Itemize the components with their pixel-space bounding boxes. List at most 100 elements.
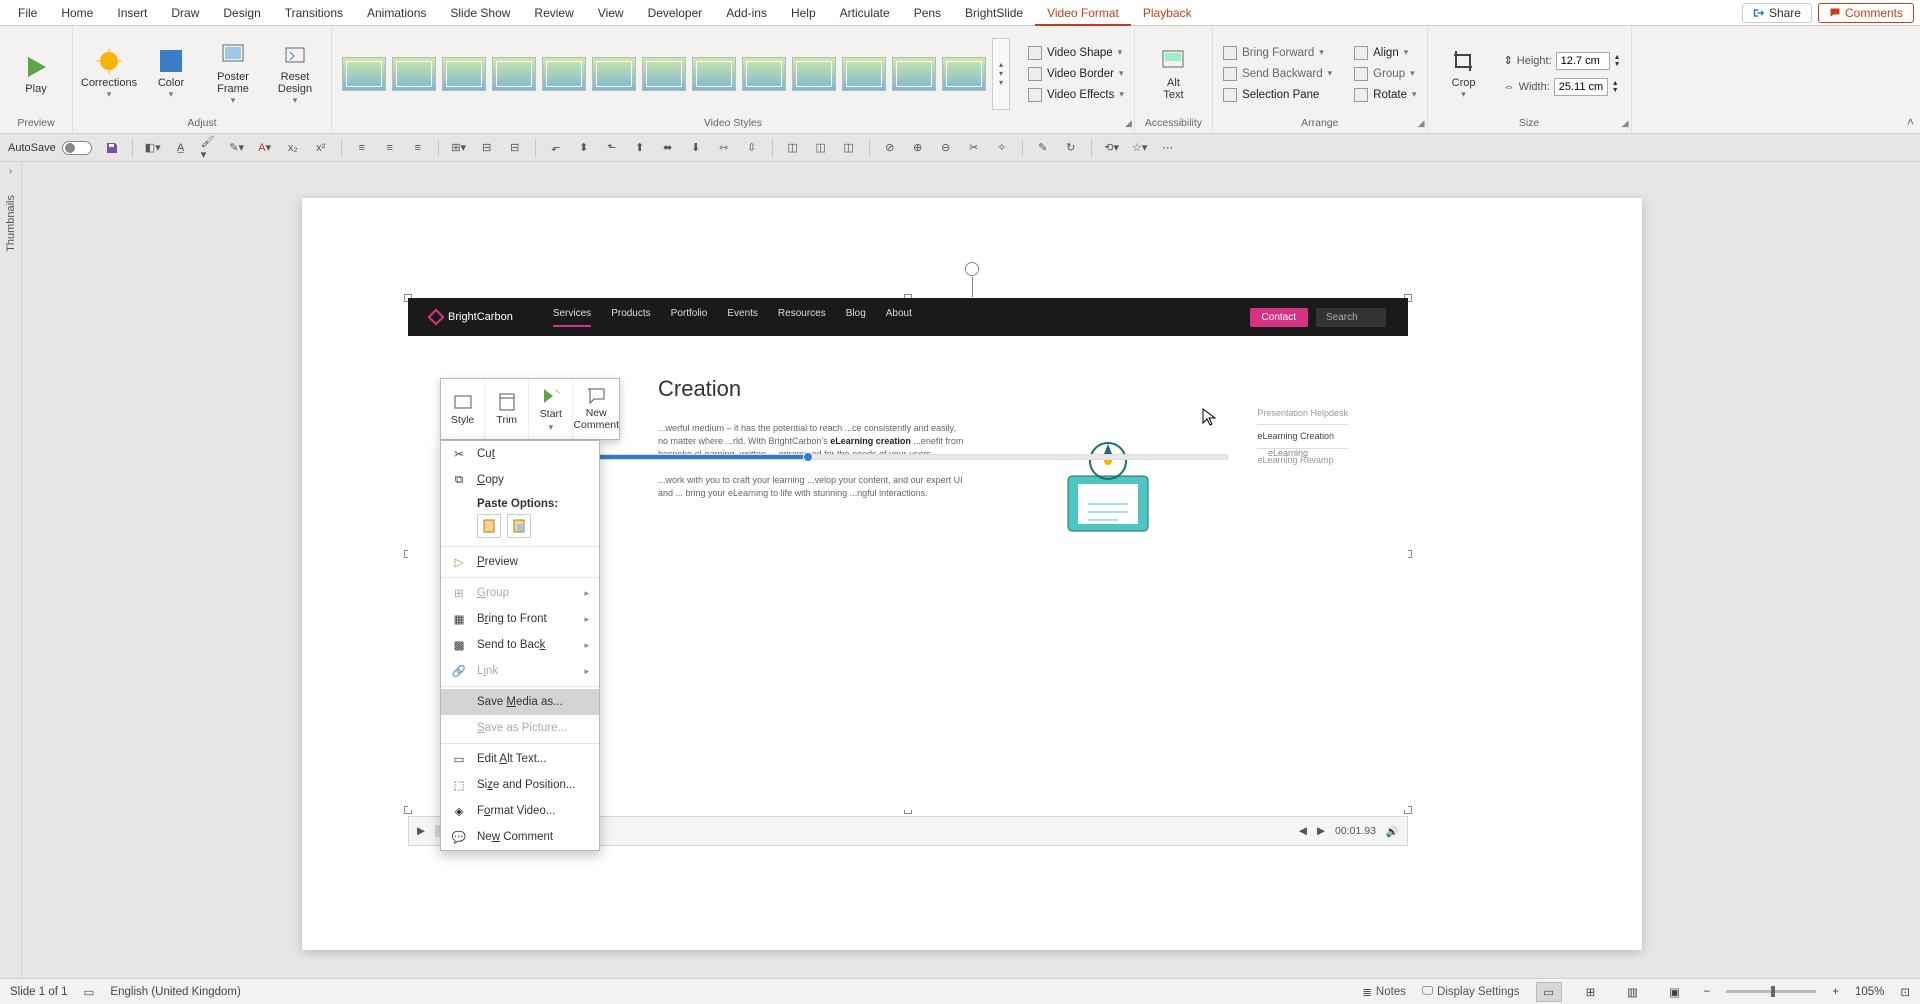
poster-frame-button[interactable]: Poster Frame▾ [207,41,259,106]
align-center-icon[interactable]: ≡ [382,140,398,156]
video-style-thumb[interactable] [342,57,386,91]
ctx-send-to-back[interactable]: ▩Send to Back▸ [441,632,599,658]
qat-button[interactable]: ⊘ [882,140,898,156]
color-button[interactable]: Color▾ [145,47,197,100]
qat-button[interactable]: ⊞▾ [451,140,467,156]
ctx-edit-alt-text[interactable]: ▭Edit Alt Text... [441,746,599,772]
accessibility-status-icon[interactable]: ▭ [84,985,95,999]
zoom-slider[interactable] [1726,990,1816,993]
ctx-size-position[interactable]: ⬚Size and Position... [441,772,599,798]
tab-articulate[interactable]: Articulate [828,0,902,26]
align-obj-left-icon[interactable]: ⬐ [548,140,564,156]
language-indicator[interactable]: English (United Kingdom) [110,986,240,998]
ctx-save-media[interactable]: Save Media as... [441,689,599,715]
qat-button[interactable]: A▾ [257,140,273,156]
video-shape-button[interactable]: Video Shape▾ [1028,44,1124,62]
tab-brightslide[interactable]: BrightSlide [953,0,1035,26]
qat-button[interactable]: ⊕ [910,140,926,156]
tab-transitions[interactable]: Transitions [273,0,355,26]
width-input[interactable] [1554,78,1608,96]
video-style-thumb[interactable] [642,57,686,91]
paste-option-2[interactable] [507,514,531,538]
reset-design-button[interactable]: Reset Design▾ [269,41,321,106]
align-obj-center-icon[interactable]: ⬍ [576,140,592,156]
tab-help[interactable]: Help [779,0,828,26]
qat-button[interactable]: ⊟ [507,140,523,156]
qat-button[interactable]: 🖌▾ [201,140,217,156]
tab-review[interactable]: Review [522,0,585,26]
group-launcher-arrange[interactable]: ◢ [1418,118,1425,129]
qat-button[interactable]: x₂ [285,140,301,156]
qat-button[interactable]: ↻ [1063,140,1079,156]
distribute-h-icon[interactable]: ⇿ [716,140,732,156]
view-slideshow-button[interactable]: ▣ [1662,982,1688,1002]
align-obj-bottom-icon[interactable]: ⬇ [688,140,704,156]
share-button[interactable]: Share [1742,3,1812,23]
tab-design[interactable]: Design [211,0,272,26]
tab-animations[interactable]: Animations [355,0,438,26]
slide-indicator[interactable]: Slide 1 of 1 [10,986,68,998]
video-effects-button[interactable]: Video Effects▾ [1028,86,1124,104]
qat-more-icon[interactable]: ⋯ [1160,140,1176,156]
mini-start-button[interactable]: Start▾ [529,379,573,439]
mini-trim-button[interactable]: Trim [485,379,529,439]
video-style-thumb[interactable] [792,57,836,91]
ribbon-collapse-button[interactable]: ˄ [1907,115,1914,129]
qat-button[interactable]: ⊟ [479,140,495,156]
autosave-toggle[interactable]: AutoSave [8,141,92,155]
ctx-format-video[interactable]: ◈Format Video... [441,798,599,824]
video-volume-button[interactable]: 🔊 [1386,825,1399,838]
notes-button[interactable]: ≣Notes [1362,985,1406,999]
qat-button[interactable]: ◫ [813,140,829,156]
video-style-thumb[interactable] [842,57,886,91]
video-style-thumb[interactable] [492,57,536,91]
align-obj-middle-icon[interactable]: ⬌ [660,140,676,156]
group-launcher-size[interactable]: ◢ [1622,118,1629,129]
alt-text-button[interactable]: Alt Text [1147,47,1199,101]
qat-button[interactable]: ✧ [994,140,1010,156]
bring-forward-button[interactable]: Bring Forward▾ [1223,44,1332,62]
width-spinner[interactable]: ▲▼ [1612,80,1619,94]
align-obj-top-icon[interactable]: ⬆ [632,140,648,156]
selection-pane-button[interactable]: Selection Pane [1223,86,1332,104]
display-settings-button[interactable]: 🖵Display Settings [1422,985,1520,998]
ctx-new-comment[interactable]: 💬New Comment [441,824,599,850]
video-style-thumb[interactable] [392,57,436,91]
align-button[interactable]: Align▾ [1354,44,1416,62]
tab-pens[interactable]: Pens [902,0,953,26]
qat-button[interactable]: A̲ [173,140,189,156]
rotate-button[interactable]: Rotate▾ [1354,86,1416,104]
corrections-button[interactable]: Corrections▾ [83,47,135,100]
video-border-button[interactable]: Video Border▾ [1028,65,1124,83]
slide-canvas[interactable]: BrightCarbon Services Products Portfolio… [302,198,1642,950]
video-play-button[interactable]: ▶ [417,825,425,837]
ctx-cut[interactable]: ✂Cut [441,441,599,467]
align-left-icon[interactable]: ≡ [354,140,370,156]
ctx-bring-to-front[interactable]: ▦Bring to Front▸ [441,606,599,632]
video-style-thumb[interactable] [892,57,936,91]
crop-qat-icon[interactable]: ✂ [966,140,982,156]
tab-slide-show[interactable]: Slide Show [438,0,522,26]
mini-new-comment-button[interactable]: New Comment [573,379,619,439]
expand-thumbnails-button[interactable]: › [9,166,12,177]
view-reading-button[interactable]: ▥ [1620,982,1646,1002]
group-button[interactable]: Group▾ [1354,65,1416,83]
qat-button[interactable]: ◫ [841,140,857,156]
tab-developer[interactable]: Developer [636,0,715,26]
qat-button[interactable]: ✎ [1035,140,1051,156]
tab-insert[interactable]: Insert [105,0,159,26]
qat-button[interactable]: ⊖ [938,140,954,156]
qat-button[interactable]: ◧▾ [145,140,161,156]
crop-button[interactable]: Crop▾ [1438,47,1490,100]
mini-style-button[interactable]: Style [441,379,485,439]
distribute-v-icon[interactable]: ⇳ [744,140,760,156]
group-launcher-styles[interactable]: ◢ [1125,118,1132,129]
ctx-preview[interactable]: ▷Preview [441,549,599,575]
height-input[interactable] [1556,52,1610,70]
save-icon[interactable] [104,140,120,156]
align-right-icon[interactable]: ≡ [410,140,426,156]
video-style-thumb[interactable] [942,57,986,91]
tab-home[interactable]: Home [49,0,105,26]
play-button[interactable]: Play [10,53,62,95]
qat-button[interactable]: x² [313,140,329,156]
